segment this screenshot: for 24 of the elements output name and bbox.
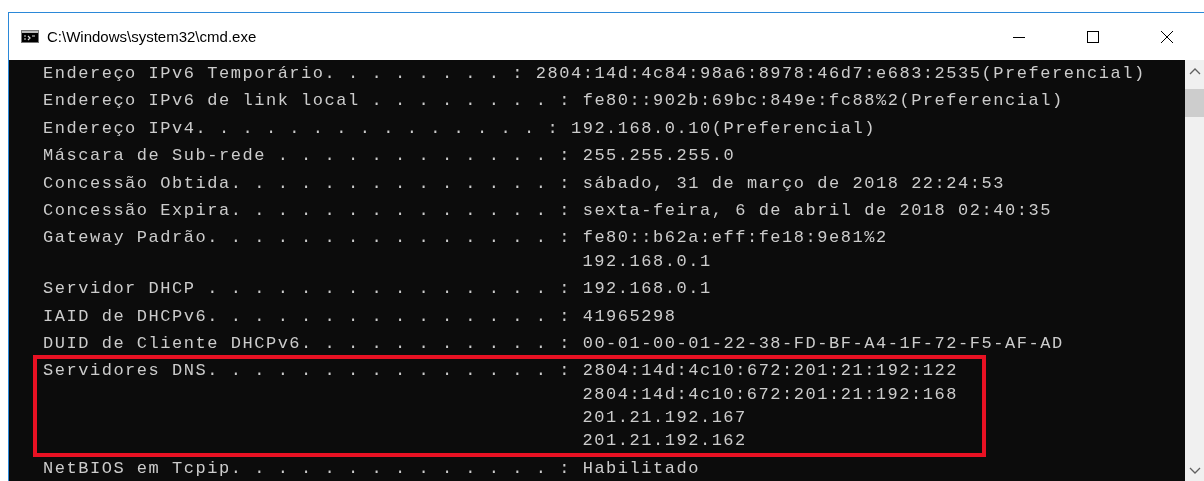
console-line: Concessão Expira. . . . . . . . . . . . . . : sexta-feira, 6 de abril de 2018 02:40:35: [43, 199, 1052, 222]
console-line: 201.21.192.167: [581, 407, 748, 430]
close-icon[interactable]: [1161, 30, 1173, 43]
console-line: DUID de Cliente DHCPv6. . . . . . . . . . . : 00-01-00-01-22-38-FD-BF-A4-1F-72-F5-AF-AD: [43, 332, 1064, 355]
console-line: 2804:14d:4c10:672:201:21:192:168: [581, 383, 959, 406]
console-line: 201.21.192.162: [581, 430, 748, 453]
console-line: Máscara de Sub-rede . . . . . . . . . . . . : 255.255.255.0: [43, 145, 736, 168]
console-line: Endereço IPv4. . . . . . . . . . . . . . . : 192.168.0.10(Preferencial): [43, 117, 876, 140]
console-line: Servidores DNS. . . . . . . . . . . . . . . : 2804:14d:4c10:672:201:21:192:122: [43, 360, 959, 383]
console-line: Servidor DHCP . . . . . . . . . . . . . . . : 192.168.0.1: [43, 278, 712, 301]
console-line: 192.168.0.1: [581, 250, 713, 273]
console-line: Concessão Obtida. . . . . . . . . . . . . . : sábado, 31 de março de 2018 22:24:53: [43, 172, 1005, 195]
maximize-icon[interactable]: [1087, 30, 1099, 43]
console-line: IAID de DHCPv6. . . . . . . . . . . . . . . : 41965298: [43, 305, 677, 328]
console-line: NetBIOS em Tcpip. . . . . . . . . . . . . . : Habilitado: [43, 457, 700, 480]
scrollbar-thumb[interactable]: [1185, 89, 1204, 117]
vertical-scrollbar[interactable]: [1185, 60, 1204, 481]
console-line: Endereço IPv6 Temporário. . . . . . . . : 2804:14d:4c84:98a6:8978:46d7:e683:2535(Preferencial): [43, 63, 1146, 85]
scroll-down-icon[interactable]: [1188, 467, 1201, 475]
window-title: C:\Windows\system32\cmd.exe: [47, 28, 258, 45]
console-line: Gateway Padrão. . . . . . . . . . . . . . . : fe80::b62a:eff:fe18:9e81%2: [43, 227, 888, 250]
scroll-up-icon[interactable]: [1188, 67, 1201, 75]
console-icon: [21, 30, 39, 43]
console-line: Endereço IPv6 de link local . . . . . . . . : fe80::902b:69bc:849e:fc88%2(Preferencial): [43, 90, 1064, 113]
